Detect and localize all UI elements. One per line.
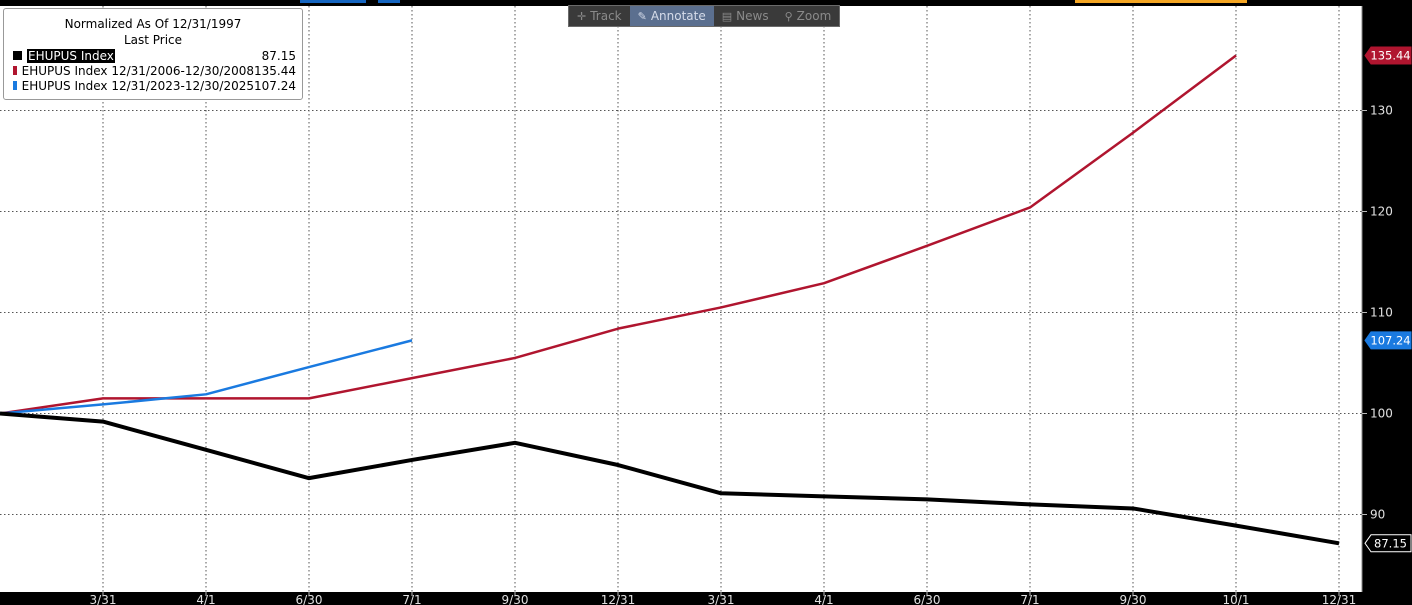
legend-swatch [13, 81, 17, 90]
legend-row[interactable]: EHUPUS Index 12/31/2006-12/30/2008 135.4… [4, 63, 302, 78]
legend-series-name: EHUPUS Index [27, 48, 115, 63]
x-tick-label: 6/30 [914, 593, 941, 605]
annotate-label: Annotate [650, 9, 706, 23]
legend-row[interactable]: EHUPUS Index 12/31/2023-12/30/2025 107.2… [4, 78, 302, 93]
legend-series-name: EHUPUS Index 12/31/2023-12/30/2025 [21, 78, 254, 93]
x-tick-label: 6/30 [296, 593, 323, 605]
y-tick-label: 110 [1370, 306, 1393, 320]
news-icon: ▤ [721, 9, 733, 23]
chart-toolbar: ✛ Track ✎ Annotate ▤ News ⚲ Zoom [568, 5, 841, 27]
legend-subtitle: Last Price [123, 33, 183, 47]
x-tick-label: 9/30 [1120, 593, 1147, 605]
x-tick-label: 10/1 [1223, 593, 1250, 605]
track-label: Track [590, 9, 622, 23]
x-tick-label: 12/31 [1322, 593, 1357, 605]
value-label-text: 87.15 [1374, 536, 1407, 550]
zoom-button[interactable]: ⚲ Zoom [777, 6, 840, 26]
top-orange-bar [1075, 0, 1247, 3]
y-tick-label: 130 [1370, 104, 1393, 118]
news-label: News [736, 9, 769, 23]
x-tick-label: 3/31 [90, 593, 117, 605]
legend-series-value: 135.44 [254, 63, 296, 78]
zoom-label: Zoom [796, 9, 832, 23]
x-tick-label: 4/1 [196, 593, 215, 605]
legend-series-value: 87.15 [261, 48, 296, 63]
chart-legend: Normalized As Of 12/31/1997 Last Price E… [3, 8, 303, 100]
x-axis: 3/31 4/1 6/30 7/1 9/30 12/31 3/31 4/1 6/30 7/1 9/3… [90, 592, 1357, 605]
legend-series-value: 107.24 [254, 78, 296, 93]
x-tick-label: 7/1 [402, 593, 421, 605]
y-axis: 90 100 110 120 130 [1361, 6, 1393, 592]
annotate-button[interactable]: ✎ Annotate [629, 6, 714, 26]
legend-row[interactable]: EHUPUS Index 87.15 [4, 48, 302, 63]
news-button[interactable]: ▤ News [714, 6, 777, 26]
magnifier-icon: ⚲ [784, 9, 793, 23]
crosshair-icon: ✛ [577, 9, 587, 23]
x-tick-label: 3/31 [708, 593, 735, 605]
x-tick-label: 12/31 [601, 593, 636, 605]
track-button[interactable]: ✛ Track [569, 6, 630, 26]
legend-series-name: EHUPUS Index 12/31/2006-12/30/2008 [21, 63, 254, 78]
y-tick-label: 100 [1370, 407, 1393, 421]
value-labels: 135.44 107.24 87.15 [1364, 46, 1412, 553]
pencil-icon: ✎ [637, 9, 647, 23]
value-label-text: 107.24 [1370, 333, 1410, 347]
y-tick-label: 90 [1370, 508, 1385, 522]
x-tick-label: 9/30 [502, 593, 529, 605]
x-tick-label: 7/1 [1020, 593, 1039, 605]
top-blue-bar-2 [378, 0, 400, 3]
top-blue-bar [300, 0, 366, 3]
x-tick-label: 4/1 [814, 593, 833, 605]
legend-title: Normalized As Of 12/31/1997 [64, 17, 242, 31]
legend-swatch [13, 66, 17, 75]
legend-swatch [13, 51, 22, 60]
value-label-text: 135.44 [1370, 49, 1410, 63]
y-tick-label: 120 [1370, 205, 1393, 219]
